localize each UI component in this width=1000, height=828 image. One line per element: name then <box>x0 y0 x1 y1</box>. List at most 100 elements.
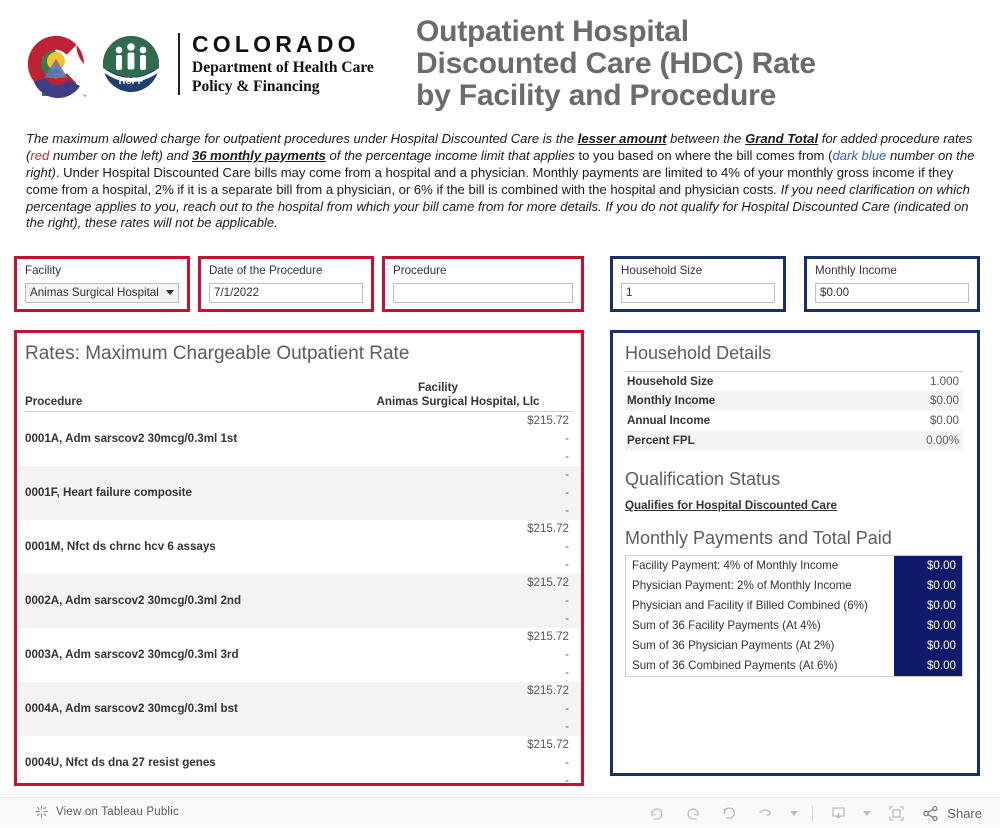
payment-row-value: $0.00 <box>926 599 956 613</box>
page-header: ™ HCPF COLORADO Department of Health Car… <box>0 0 1000 128</box>
household-details-title: Household Details <box>625 343 772 363</box>
filter-label-procedure: Procedure <box>393 264 447 277</box>
table-row[interactable]: 0001M, Nfct ds chrnc hcv 6 assays $215.72… <box>17 520 581 574</box>
payment-row-label: Physician Payment: 2% of Monthly Income <box>632 579 852 593</box>
table-row[interactable]: 0001A, Adm sarscov2 30mcg/0.3ml 1st $215.… <box>17 412 581 466</box>
rates-table-header-row: Procedure Animas Surgical Hospital, Llc <box>25 395 573 412</box>
page-title-line1: Outpatient Hospital <box>416 15 689 48</box>
filter-card-facility: Facility Animas Surgical Hospital, ... <box>14 256 190 312</box>
household-detail-label: Household Size <box>627 374 714 388</box>
rates-row-value: - <box>565 701 569 715</box>
table-row[interactable]: 0004U, Nfct ds dna 27 resist genes $215.7… <box>17 736 581 783</box>
caret-down-icon[interactable] <box>790 810 799 816</box>
table-row[interactable]: 0003A, Adm sarscov2 30mcg/0.3ml 3rd $215.… <box>17 628 581 682</box>
refresh-icon[interactable] <box>754 802 776 824</box>
rates-row-value: - <box>565 611 569 625</box>
rates-row-value: - <box>565 647 569 661</box>
description-paragraph: The maximum allowed charge for outpatien… <box>26 131 976 232</box>
page-title-line3: by Facility and Procedure <box>416 79 777 113</box>
fullscreen-icon[interactable] <box>885 802 907 824</box>
toolbar-separator <box>812 804 814 822</box>
tableau-logo-icon <box>35 805 48 818</box>
household-detail-row: Percent FPL 0.00% <box>625 430 963 451</box>
svg-text:™: ™ <box>82 94 87 100</box>
rates-row-values: $215.72 - - <box>365 520 581 574</box>
rates-col-procedure: Procedure <box>25 394 83 408</box>
redo-icon[interactable] <box>682 802 704 824</box>
household-panel: Household Details Household Size 1.000 Mon… <box>610 330 980 776</box>
desc-part-4: number on the left) and <box>49 147 192 163</box>
table-row[interactable]: 0004A, Adm sarscov2 30mcg/0.3ml bst $215.… <box>17 681 581 736</box>
payment-row-value: $0.00 <box>926 579 956 593</box>
payments-values-column: $0.00 $0.00 $0.00 $0.00 $0.00 $0.00 <box>894 556 962 677</box>
rates-row-procedure: 0004U, Nfct ds dna 27 resist genes <box>25 756 216 770</box>
rates-row-values: $215.72 - - <box>365 574 581 628</box>
bottom-toolbar: View on Tableau Public Share <box>0 797 1000 827</box>
tableau-link-label: View on Tableau Public <box>56 805 179 818</box>
household-size-input[interactable]: 1 <box>621 282 775 303</box>
payments-table: Facility Payment: 4% of Monthly Income Ph… <box>625 555 963 678</box>
household-detail-value: 1.000 <box>929 374 959 388</box>
rates-row-values: $215.72 - - <box>365 736 581 783</box>
desc-part-2: between the <box>666 131 746 146</box>
rates-row-value: - <box>565 665 569 679</box>
rates-row-value: - <box>565 755 569 769</box>
qualification-status-title: Qualification Status <box>625 468 781 489</box>
rates-panel-title: Rates: Maximum Chargeable Outpatient Rat… <box>25 343 410 364</box>
table-row[interactable]: 0002A, Adm sarscov2 30mcg/0.3ml 2nd $215.… <box>17 573 581 628</box>
desc-part-1: The maximum allowed charge for outpatien… <box>26 131 578 146</box>
household-detail-row: Monthly Income $0.00 <box>625 390 963 411</box>
payments-title: Monthly Payments and Total Paid <box>625 528 892 549</box>
rates-row-value: $215.72 <box>527 683 569 697</box>
rates-panel: Rates: Maximum Chargeable Outpatient Rat… <box>14 330 584 786</box>
desc-part-5b: to you based on where the bill comes fro… <box>578 147 833 163</box>
facility-dropdown[interactable]: Animas Surgical Hospital, ... <box>25 282 179 303</box>
colorado-c-and-hcpf-icon: ™ HCPF <box>27 35 159 100</box>
filter-label-household-size: Household Size <box>621 264 703 277</box>
desc-blue-word: dark blue <box>832 147 887 163</box>
payment-row-value: $0.00 <box>926 639 956 653</box>
filter-label-monthly-income: Monthly Income <box>815 264 897 277</box>
procedure-input[interactable] <box>393 282 573 303</box>
rates-row-values: $215.72 - - <box>365 628 581 682</box>
logo-colorado-text: COLORADO <box>192 30 360 57</box>
rates-rows-container: 0001A, Adm sarscov2 30mcg/0.3ml 1st $215.… <box>17 412 581 783</box>
rates-row-value: - <box>565 539 569 553</box>
qualification-status-link[interactable]: Qualifies for Hospital Discounted Care <box>625 499 837 512</box>
download-caret-down-icon[interactable] <box>863 810 872 816</box>
page-title: Outpatient Hospital Discounted Care (HDC… <box>416 15 986 113</box>
rates-table: Facility Procedure Animas Surgical Hospi… <box>17 381 581 783</box>
desc-red-word: red <box>30 147 50 163</box>
share-button[interactable]: Share <box>921 804 982 823</box>
household-detail-label: Monthly Income <box>627 394 716 408</box>
download-icon[interactable] <box>827 802 849 824</box>
rates-row-value: - <box>565 485 569 499</box>
rates-row-procedure: 0001F, Heart failure composite <box>25 486 192 500</box>
household-detail-row: Household Size 1.000 <box>625 370 963 391</box>
undo-icon[interactable] <box>646 802 668 824</box>
rates-row-value: $215.72 <box>527 521 569 535</box>
rates-row-value: - <box>565 449 569 463</box>
logo-department-text: Department of Health Care Policy & Finan… <box>192 59 374 96</box>
household-detail-value: $0.00 <box>929 414 959 428</box>
payment-row-label: Sum of 36 Facility Payments (At 4%) <box>632 619 821 633</box>
desc-lesser-amount: lesser amount <box>577 131 667 146</box>
revert-icon[interactable] <box>718 802 740 824</box>
colorado-hcpf-logo: ™ HCPF COLORADO Department of Health Car… <box>24 20 414 108</box>
household-detail-label: Percent FPL <box>627 434 695 448</box>
rates-row-value: - <box>565 593 569 607</box>
view-on-tableau-public-link[interactable]: View on Tableau Public <box>34 804 179 819</box>
desc-grand-total: Grand Total <box>745 131 819 146</box>
rates-row-procedure: 0001A, Adm sarscov2 30mcg/0.3ml 1st <box>25 432 238 446</box>
payment-row-label: Facility Payment: 4% of Monthly Income <box>632 559 839 573</box>
payment-row-value: $0.00 <box>926 559 956 573</box>
date-input-value: 7/1/2022 <box>214 286 260 299</box>
monthly-income-input[interactable]: $0.00 <box>815 282 969 303</box>
share-button-label: Share <box>947 805 982 821</box>
table-row[interactable]: 0001F, Heart failure composite - - - <box>17 465 581 520</box>
date-input[interactable]: 7/1/2022 <box>209 282 363 303</box>
payment-row-label: Physician and Facility if Billed Combine… <box>632 599 868 613</box>
rates-row-value: - <box>565 431 569 445</box>
household-detail-row: Annual Income $0.00 <box>625 411 963 431</box>
filter-card-household-size: Household Size 1 <box>610 256 786 312</box>
